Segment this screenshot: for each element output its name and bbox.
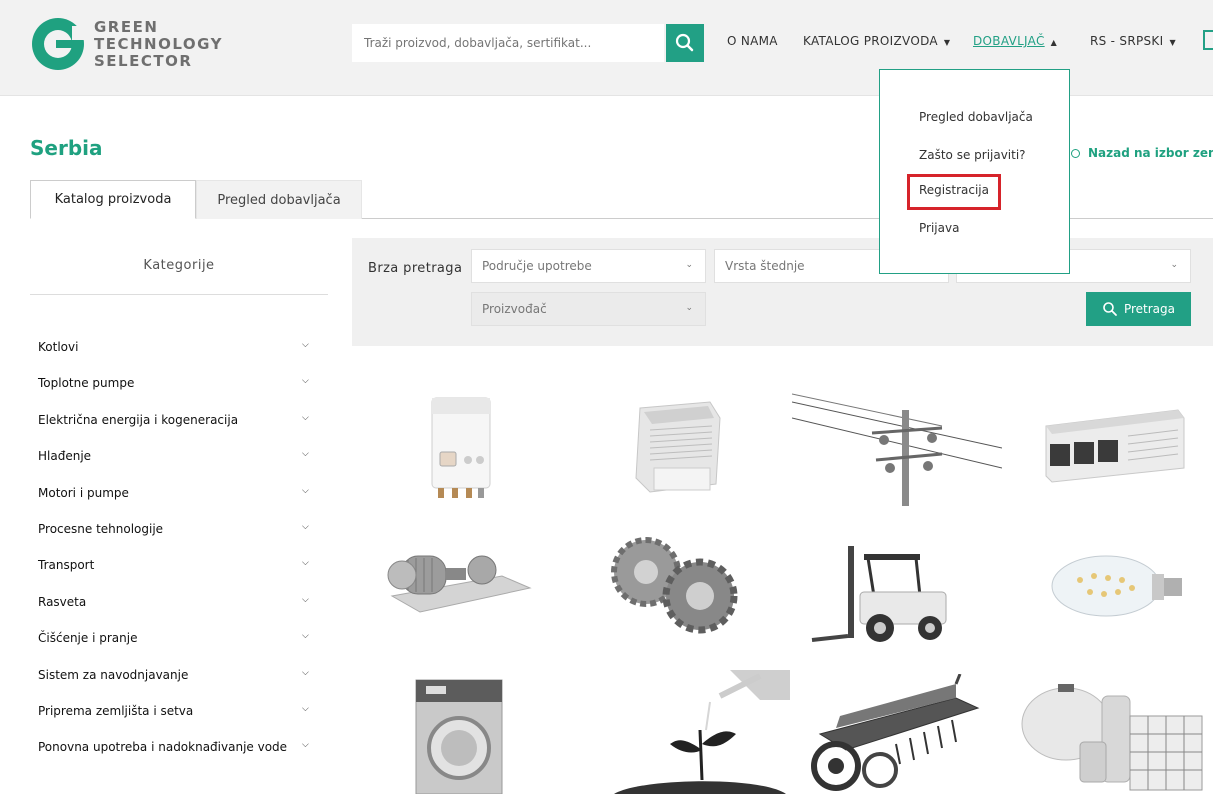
page-title: Serbia bbox=[30, 136, 103, 160]
back-to-country-link[interactable]: Nazad na izbor zeml bbox=[1071, 146, 1213, 160]
chevron-down-icon: ⌄ bbox=[1170, 260, 1178, 270]
product-power-line[interactable] bbox=[791, 388, 1003, 506]
product-seed-drill[interactable] bbox=[806, 673, 982, 792]
search-icon bbox=[1103, 302, 1117, 316]
chevron-down-icon: ⌵ bbox=[302, 485, 309, 496]
quick-search-label: Brza pretraga bbox=[368, 261, 463, 276]
logo-mark-icon bbox=[32, 18, 84, 70]
nav-language[interactable]: RS - SRPSKI ▼ bbox=[1090, 34, 1176, 48]
product-heat-pump[interactable] bbox=[600, 388, 750, 506]
chevron-down-icon: ⌵ bbox=[302, 558, 309, 569]
product-gears[interactable] bbox=[600, 530, 750, 648]
document-icon[interactable] bbox=[1203, 30, 1213, 50]
search-input[interactable] bbox=[352, 24, 664, 62]
search-bar bbox=[352, 24, 704, 62]
caret-up-icon: ▲ bbox=[1050, 38, 1058, 47]
menu-item-prijava[interactable]: Prijava bbox=[919, 221, 959, 235]
product-chiller[interactable] bbox=[1038, 396, 1188, 514]
category-kotlovi[interactable]: Kotlovi ⌵ bbox=[30, 330, 320, 366]
menu-item-zasto-se-prijaviti[interactable]: Zašto se prijaviti? bbox=[919, 148, 1026, 162]
menu-item-pregled-dobavljaca[interactable]: Pregled dobavljača bbox=[919, 110, 1033, 124]
sprout-watering-icon bbox=[614, 670, 790, 794]
chiller-icon bbox=[1045, 409, 1185, 483]
category-priprema-zemljista[interactable]: Priprema zemljišta i setva ⌵ bbox=[30, 694, 320, 730]
nav-o-nama[interactable]: O NAMA bbox=[727, 34, 778, 48]
product-washing-machine[interactable] bbox=[382, 674, 532, 795]
logo-line-1: GREEN bbox=[94, 17, 159, 36]
nav-katalog-proizvoda[interactable]: KATALOG PROIZVODA ▼ bbox=[803, 34, 950, 48]
product-electric-motor-pump[interactable] bbox=[382, 536, 532, 654]
quick-search-panel: Brza pretraga Područje upotrebe ⌄ Vrsta š… bbox=[352, 238, 1213, 346]
power-line-icon bbox=[791, 393, 1003, 506]
logo-text: GREEN TECHNOLOGY SELECTOR bbox=[94, 17, 223, 70]
category-toplotne-pumpe[interactable]: Toplotne pumpe ⌵ bbox=[30, 366, 320, 402]
product-gas-boiler[interactable] bbox=[382, 388, 532, 506]
chevron-down-icon: ⌵ bbox=[302, 412, 309, 423]
logo-line-3: SELECTOR bbox=[94, 51, 193, 70]
category-list: Kotlovi ⌵ Toplotne pumpe ⌵ Električna ener… bbox=[30, 330, 320, 767]
nav-dobavljac[interactable]: DOBAVLJAČ ▲ bbox=[973, 34, 1057, 48]
category-motori-i-pumpe[interactable]: Motori i pumpe ⌵ bbox=[30, 476, 320, 512]
category-transport[interactable]: Transport ⌵ bbox=[30, 548, 320, 584]
washing-machine-icon bbox=[415, 679, 503, 795]
menu-item-registracija[interactable]: Registracija bbox=[919, 183, 989, 197]
chevron-down-icon: ⌵ bbox=[302, 376, 309, 387]
category-sistem-za-navodnjavanje[interactable]: Sistem za navodnjavanje ⌵ bbox=[30, 658, 320, 694]
electric-motor-pump-icon bbox=[387, 555, 532, 613]
chevron-down-icon: ⌄ bbox=[685, 303, 693, 313]
seed-drill-icon bbox=[811, 673, 980, 791]
categories-divider bbox=[30, 294, 328, 295]
product-water-tanks[interactable] bbox=[1018, 676, 1213, 794]
heat-pump-icon bbox=[635, 401, 721, 493]
water-tanks-icon bbox=[1021, 684, 1203, 791]
search-submit-button[interactable]: Pretraga bbox=[1086, 292, 1191, 326]
led-bulb-icon bbox=[1051, 555, 1182, 617]
category-ponovna-upotreba-vode[interactable]: Ponovna upotreba i nadoknađivanje vode ⌵ bbox=[30, 730, 320, 766]
circle-icon bbox=[1071, 149, 1080, 158]
product-forklift[interactable] bbox=[808, 536, 958, 654]
chevron-down-icon: ⌵ bbox=[302, 631, 309, 642]
chevron-down-icon: ⌵ bbox=[302, 703, 309, 714]
gas-boiler-icon bbox=[431, 397, 491, 498]
supplier-dropdown-menu: Pregled dobavljača Zašto se prijaviti? R… bbox=[879, 69, 1070, 274]
product-led-bulb[interactable] bbox=[1040, 540, 1190, 658]
chevron-down-icon: ⌵ bbox=[302, 449, 309, 460]
tab-katalog-proizvoda[interactable]: Katalog proizvoda bbox=[30, 180, 196, 219]
logo-line-2: TECHNOLOGY bbox=[94, 34, 223, 53]
category-hladjenje[interactable]: Hlađenje ⌵ bbox=[30, 439, 320, 475]
category-rasveta[interactable]: Rasveta ⌵ bbox=[30, 585, 320, 621]
category-elektricna-energija[interactable]: Električna energija i kogeneracija ⌵ bbox=[30, 403, 320, 439]
search-button[interactable] bbox=[666, 24, 704, 62]
chevron-down-icon: ⌵ bbox=[302, 340, 309, 350]
chevron-down-icon: ⌵ bbox=[302, 667, 309, 678]
chevron-down-icon: ⌵ bbox=[302, 740, 309, 751]
forklift-icon bbox=[811, 546, 947, 642]
select-proizvodjac[interactable]: Proizvođač ⌄ bbox=[471, 292, 706, 326]
category-ciscenje-i-pranje[interactable]: Čišćenje i pranje ⌵ bbox=[30, 621, 320, 657]
chevron-down-icon: ⌄ bbox=[685, 260, 693, 270]
caret-down-icon: ▼ bbox=[1169, 38, 1176, 47]
categories-heading: Kategorije bbox=[143, 258, 215, 273]
category-procesne-tehnologije[interactable]: Procesne tehnologije ⌵ bbox=[30, 512, 320, 548]
tab-pregled-dobavljaca[interactable]: Pregled dobavljača bbox=[196, 180, 362, 219]
select-podrucje-upotrebe[interactable]: Područje upotrebe ⌄ bbox=[471, 249, 706, 283]
search-icon bbox=[675, 33, 694, 52]
logo[interactable]: GREEN TECHNOLOGY SELECTOR bbox=[32, 18, 223, 70]
product-sprout-watering[interactable] bbox=[610, 670, 790, 794]
caret-down-icon: ▼ bbox=[943, 38, 951, 47]
chevron-down-icon: ⌵ bbox=[302, 521, 309, 532]
gears-icon bbox=[611, 537, 738, 634]
chevron-down-icon: ⌵ bbox=[302, 594, 309, 605]
